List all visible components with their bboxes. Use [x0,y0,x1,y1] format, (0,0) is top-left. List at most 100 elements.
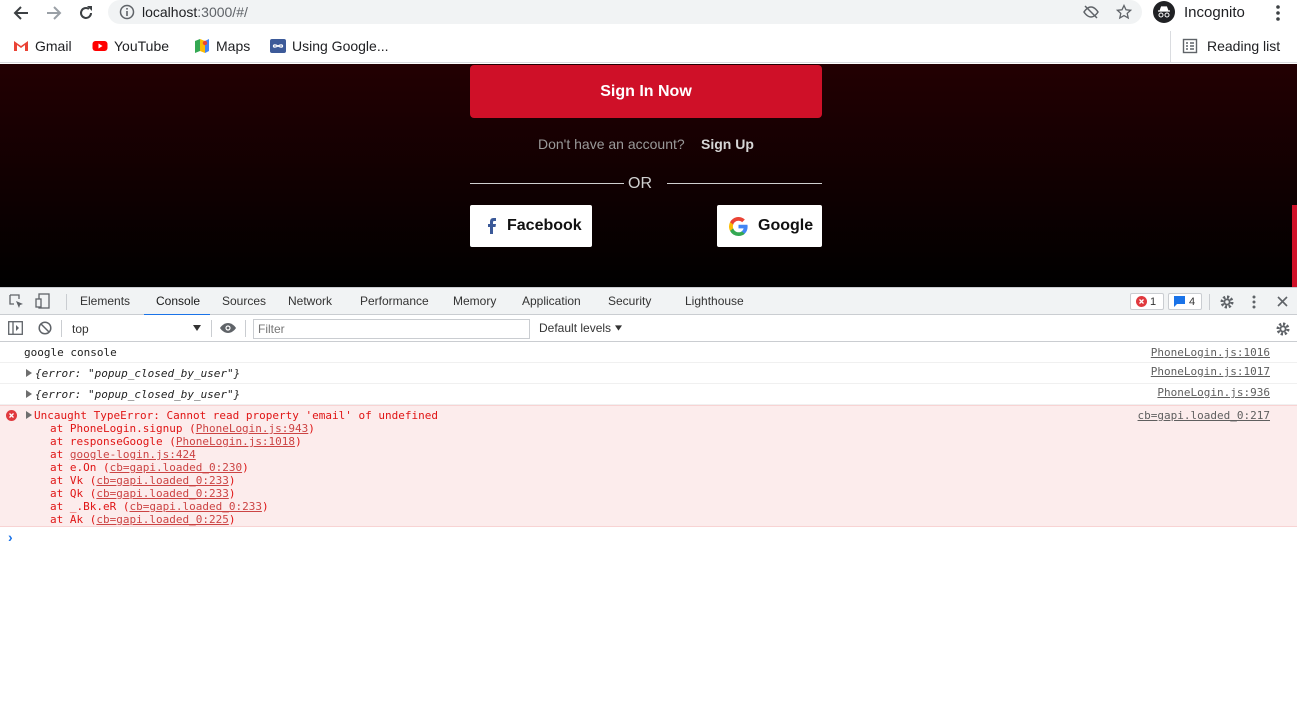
gmail-icon [14,41,28,51]
browser-menu-button[interactable] [1267,2,1289,24]
log-source-link[interactable]: PhoneLogin.js:936 [1157,386,1270,399]
error-circle-icon [6,410,17,421]
google-login-button[interactable]: Google [717,205,822,247]
prompt-chevron-icon: › [8,529,13,545]
stack-frame: at _.Bk.eR (cb=gapi.loaded_0:233) [50,500,315,513]
frame-link[interactable]: PhoneLogin.js:943 [196,422,309,435]
context-selector[interactable]: top [64,318,206,339]
console-log-row: {error: "popup_closed_by_user"} PhoneLog… [0,384,1297,405]
bookmark-gmail[interactable]: Gmail [13,36,72,56]
tab-lighthouse[interactable]: Lighthouse [685,294,744,308]
facebook-login-button[interactable]: Facebook [470,205,592,247]
frame-text: at PhoneLogin.signup ( [50,422,196,435]
error-circle-icon [1136,296,1147,307]
tab-application[interactable]: Application [522,294,581,308]
toolbar-divider [66,294,67,310]
frame-link[interactable]: cb=gapi.loaded_0:230 [110,461,242,474]
log-source-link[interactable]: PhoneLogin.js:1017 [1151,365,1270,378]
expand-triangle-icon[interactable] [26,369,32,377]
tab-memory[interactable]: Memory [453,294,496,308]
frame-link[interactable]: cb=gapi.loaded_0:233 [96,474,228,487]
frame-text: at Qk ( [50,487,97,500]
console-prompt-row[interactable]: › [0,528,1297,550]
back-arrow-icon [13,6,28,20]
reload-icon [80,6,92,19]
reading-list-button[interactable]: Reading list [1182,36,1280,56]
expand-triangle-icon[interactable] [26,390,32,398]
error-count-badge[interactable]: 1 [1130,293,1164,310]
more-options-icon[interactable] [1252,294,1256,310]
bookmark-youtube[interactable]: YouTube [92,36,169,56]
frame-text: at [50,448,70,461]
settings-gear-icon[interactable] [1219,294,1235,310]
sign-up-link[interactable]: Sign Up [701,136,754,152]
sign-in-button[interactable]: Sign In Now [470,65,822,118]
bookmark-maps[interactable]: Maps [194,36,250,56]
frame-text: at Ak ( [50,513,97,526]
tab-performance[interactable]: Performance [360,294,429,308]
page-viewport: Sign In Now Don't have an account? Sign … [0,64,1297,287]
youtube-icon [92,41,108,51]
log-object-text[interactable]: {error: "popup_closed_by_user"} [35,367,240,380]
reading-list-icon [1182,38,1198,54]
tab-network[interactable]: Network [288,294,332,308]
log-source-link[interactable]: PhoneLogin.js:1016 [1151,346,1270,359]
eye-off-icon[interactable] [1083,4,1099,20]
infinity-icon [270,39,286,53]
toolbar-divider [1209,294,1210,310]
tab-sources[interactable]: Sources [222,294,266,308]
frame-link[interactable]: PhoneLogin.js:1018 [176,435,295,448]
info-icon[interactable] [119,4,135,20]
tab-elements[interactable]: Elements [80,294,130,308]
toolbar-divider [61,320,62,337]
incognito-profile-button[interactable]: Incognito [1153,1,1245,23]
clear-console-icon[interactable] [38,321,52,335]
error-count: 1 [1150,295,1157,308]
incognito-icon [1153,1,1175,23]
message-count-badge[interactable]: 4 [1168,293,1202,310]
star-icon[interactable] [1116,4,1132,20]
bookmarks-bar: Gmail YouTube Maps Using Google... Readi… [0,30,1297,63]
forward-arrow-icon [47,6,62,20]
reload-button[interactable] [75,2,97,24]
error-source-link[interactable]: cb=gapi.loaded_0:217 [1138,409,1270,422]
address-bar[interactable]: localhost:3000/#/ [108,0,1142,24]
bookmark-using-google[interactable]: Using Google... [270,36,389,56]
stack-trace: at PhoneLogin.signup (PhoneLogin.js:943)… [50,422,315,526]
console-error-row: Uncaught TypeError: Cannot read property… [0,405,1297,527]
inspect-element-icon[interactable] [9,294,24,309]
frame-link[interactable]: google-login.js:424 [70,448,196,461]
facebook-label: Facebook [507,217,582,234]
filter-input[interactable]: Filter [253,319,530,339]
log-object-text[interactable]: {error: "popup_closed_by_user"} [35,388,240,401]
close-icon[interactable] [1277,296,1288,307]
profile-label: Incognito [1184,3,1245,21]
reading-list-label: Reading list [1207,38,1281,54]
tab-console[interactable]: Console [156,294,200,308]
frame-link[interactable]: cb=gapi.loaded_0:233 [129,500,261,513]
frame-text: ) [242,461,249,474]
devtools-panel: Elements Console Sources Network Perform… [0,287,1297,701]
page-scrollbar-thumb[interactable] [1292,205,1297,287]
url-text[interactable]: localhost:3000/#/ [142,4,248,20]
expand-triangle-icon[interactable] [26,411,32,419]
frame-link[interactable]: cb=gapi.loaded_0:225 [96,513,228,526]
log-levels-dropdown[interactable]: Default levels [539,321,623,335]
url-path: :3000/#/ [197,4,248,20]
forward-button[interactable] [43,2,65,24]
frame-link[interactable]: cb=gapi.loaded_0:233 [96,487,228,500]
console-settings-gear-icon[interactable] [1275,321,1291,337]
tab-security[interactable]: Security [608,294,651,308]
bookmark-label: Using Google... [292,38,389,54]
log-levels-value: Default levels [539,321,612,335]
frame-text: at Vk ( [50,474,97,487]
stack-frame: at Vk (cb=gapi.loaded_0:233) [50,474,315,487]
bookmark-label: Maps [216,38,251,54]
device-toolbar-icon[interactable] [35,293,50,309]
sidebar-toggle-icon[interactable] [8,321,23,335]
live-expression-eye-icon[interactable] [219,322,237,334]
frame-text: at _.Bk.eR ( [50,500,130,513]
frame-text: ) [228,513,236,526]
console-log-row: {error: "popup_closed_by_user"} PhoneLog… [0,363,1297,384]
back-button[interactable] [10,2,32,24]
